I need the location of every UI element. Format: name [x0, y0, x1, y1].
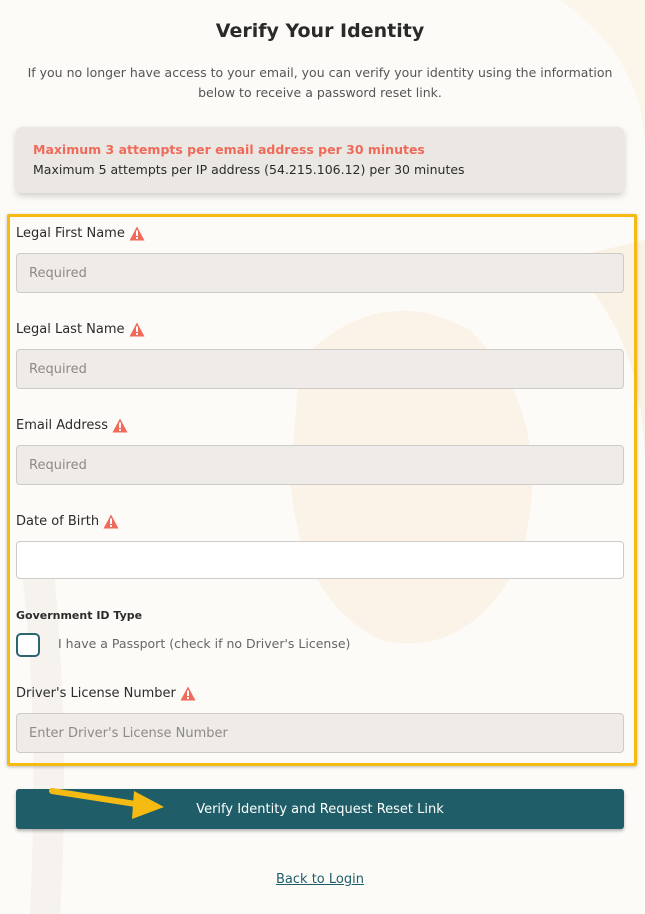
last-name-input[interactable] — [16, 349, 624, 389]
email-input[interactable] — [16, 445, 624, 485]
warning-triangle-icon — [112, 418, 128, 433]
warning-triangle-icon — [103, 514, 119, 529]
ip-attempts-limit: Maximum 5 attempts per IP address (54.21… — [33, 162, 465, 177]
email-attempts-limit: Maximum 3 attempts per email address per… — [33, 142, 425, 157]
passport-checkbox-label[interactable]: I have a Passport (check if no Driver's … — [58, 636, 350, 651]
email-label: Email Address — [16, 418, 128, 433]
first-name-label-text: Legal First Name — [16, 226, 125, 241]
last-name-label-text: Legal Last Name — [16, 322, 125, 337]
page-title: Verify Your Identity — [215, 20, 425, 42]
page-subtitle: If you no longer have access to your ema… — [27, 65, 613, 100]
passport-checkbox[interactable] — [16, 633, 40, 657]
license-label-text: Driver's License Number — [16, 686, 176, 701]
warning-triangle-icon — [129, 226, 145, 241]
first-name-label: Legal First Name — [16, 226, 145, 241]
first-name-input[interactable] — [16, 253, 624, 293]
warning-triangle-icon — [129, 322, 145, 337]
license-label: Driver's License Number — [16, 686, 196, 701]
dob-input[interactable] — [16, 541, 624, 579]
last-name-label: Legal Last Name — [16, 322, 145, 337]
dob-label: Date of Birth — [16, 514, 119, 529]
rate-limit-alert: Maximum 3 attempts per email address per… — [16, 127, 624, 193]
warning-triangle-icon — [180, 686, 196, 701]
form-highlight-frame — [7, 214, 637, 766]
dob-label-text: Date of Birth — [16, 514, 100, 529]
arrow-pointer-icon — [49, 788, 164, 819]
back-to-login-link[interactable]: Back to Login — [0, 872, 640, 887]
id-type-heading: Government ID Type — [16, 609, 143, 622]
license-input[interactable] — [16, 713, 624, 753]
email-label-text: Email Address — [16, 418, 108, 433]
